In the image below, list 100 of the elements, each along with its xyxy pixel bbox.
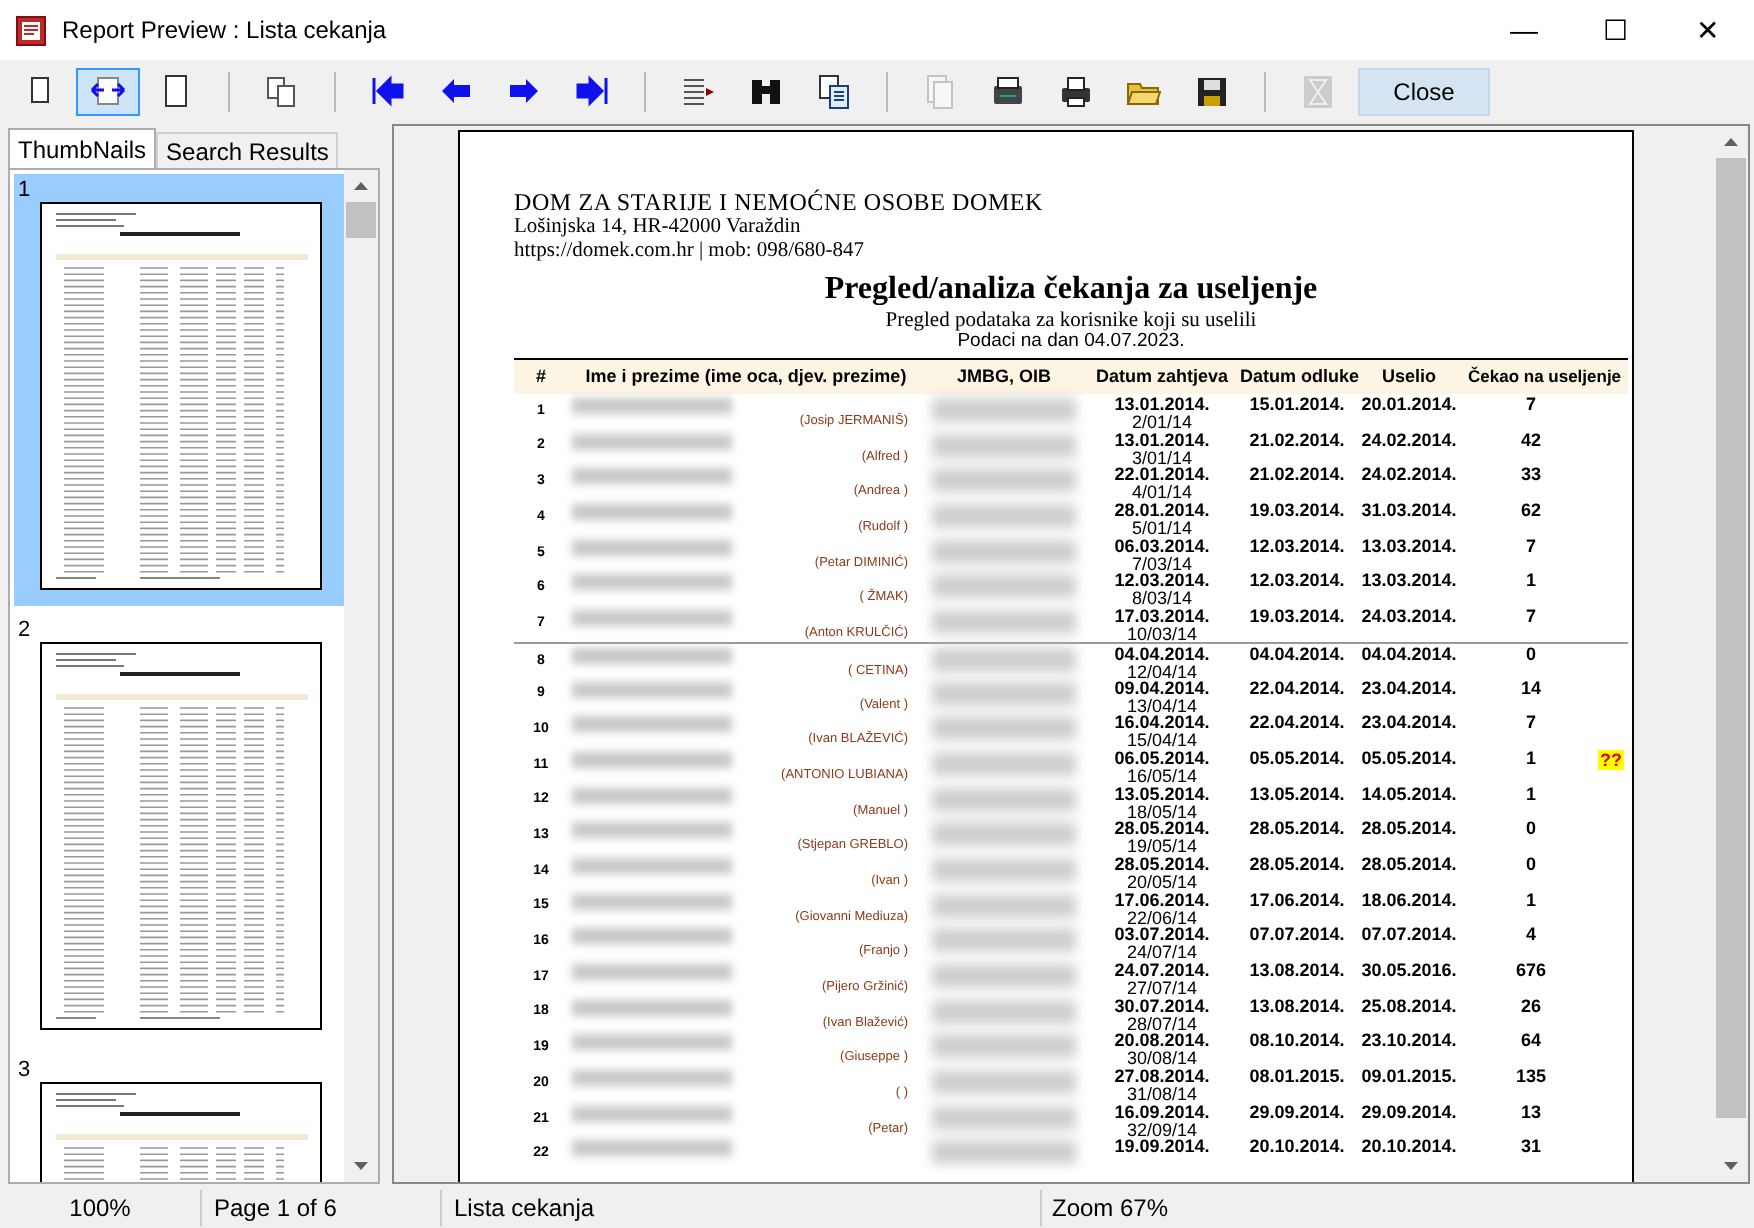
page-thumbnail[interactable] xyxy=(40,642,322,1030)
selected-thumbnail[interactable]: 1 xyxy=(14,174,344,606)
minimize-button[interactable]: — xyxy=(1478,0,1570,60)
scroll-thumb[interactable] xyxy=(1716,158,1746,1118)
days-waited: 1 xyxy=(1523,785,1538,808)
panel-tab[interactable]: Search Results xyxy=(156,132,339,168)
request-date: 13.05.2014. xyxy=(1114,785,1210,804)
first-page-arrow-icon xyxy=(370,74,406,110)
scroll-thumb[interactable] xyxy=(346,202,376,238)
request-number: 18/05/14 xyxy=(1126,803,1198,820)
request-number: 24/07/14 xyxy=(1126,944,1198,961)
days-waited: 31 xyxy=(1518,1138,1543,1161)
move-in-date: 24.02.2014. xyxy=(1359,466,1459,489)
report-subtitle: Pregled podataka za korisnike koji su uselili xyxy=(883,310,1259,332)
move-in-date: 07.07.2014. xyxy=(1359,926,1459,949)
days-waited: 4 xyxy=(1523,926,1538,949)
fit-width-button[interactable] xyxy=(76,68,140,116)
blurred-id xyxy=(932,1105,1076,1130)
request-number: 12/04/14 xyxy=(1126,663,1198,680)
request-number: 10/03/14 xyxy=(1126,626,1198,643)
organization-name: DOM ZA STARIJE I NEMOĆNE OSOBE DOMEK xyxy=(514,188,1046,216)
request-date: 16.09.2014. xyxy=(1114,1103,1210,1122)
decision-date: 08.01.2015. xyxy=(1247,1068,1347,1091)
request-number: 5/01/14 xyxy=(1131,520,1193,537)
request-number: 22/06/14 xyxy=(1126,909,1198,926)
move-in-date: 29.09.2014. xyxy=(1359,1103,1459,1126)
request-number: 31/08/14 xyxy=(1126,1086,1198,1103)
request-date: 19.09.2014. xyxy=(1114,1138,1210,1157)
blurred-id xyxy=(932,1034,1076,1059)
request-date: 30.07.2014. xyxy=(1114,997,1210,1016)
request-date: 12.03.2014. xyxy=(1114,572,1210,591)
blurred-id xyxy=(932,716,1076,741)
move-in-date: 09.01.2015. xyxy=(1359,1068,1459,1091)
close-button[interactable]: ✕ xyxy=(1662,0,1754,60)
column-header: Datum odluke xyxy=(1240,363,1354,390)
move-in-date: 20.10.2014. xyxy=(1359,1138,1459,1161)
request-date: 27.08.2014. xyxy=(1114,1068,1210,1087)
request-number: 28/07/14 xyxy=(1126,1015,1198,1032)
request-number: 16/05/14 xyxy=(1126,767,1198,784)
decision-date: 04.04.2014. xyxy=(1247,645,1347,668)
request-number: 13/04/14 xyxy=(1126,697,1198,713)
page-thumbnail[interactable] xyxy=(40,202,322,590)
thumbnail-item[interactable]: 2 xyxy=(14,614,344,1046)
move-in-date: 04.04.2014. xyxy=(1359,645,1459,668)
move-in-date: 23.04.2014. xyxy=(1359,679,1459,701)
pages-icon xyxy=(816,74,852,110)
blurred-id xyxy=(932,610,1076,635)
decision-date: 29.09.2014. xyxy=(1247,1103,1347,1126)
decision-date: 12.03.2014. xyxy=(1247,537,1347,560)
panel-tab[interactable]: ThumbNails xyxy=(8,128,157,168)
request-number: 20/05/14 xyxy=(1126,873,1198,890)
days-waited: 135 xyxy=(1513,1068,1549,1091)
last-page-arrow-icon xyxy=(574,74,610,110)
scroll-up-icon[interactable] xyxy=(1724,138,1738,146)
move-in-date: 31.03.2014. xyxy=(1359,502,1459,525)
days-waited: 26 xyxy=(1518,997,1543,1020)
blurred-id xyxy=(932,1140,1076,1165)
request-number: 7/03/14 xyxy=(1131,555,1193,572)
close-report-button[interactable]: Close xyxy=(1358,68,1490,116)
blurred-id xyxy=(932,893,1076,918)
scrollbar[interactable] xyxy=(1714,126,1748,1182)
move-in-date: 23.10.2014. xyxy=(1359,1032,1459,1055)
request-number: 19/05/14 xyxy=(1126,838,1198,855)
request-number: 27/07/14 xyxy=(1126,980,1198,996)
request-date: 20.08.2014. xyxy=(1114,1032,1210,1051)
hourglass-icon xyxy=(1300,74,1336,110)
request-number: 4/01/14 xyxy=(1131,484,1193,501)
decision-date: 20.10.2014. xyxy=(1247,1138,1347,1161)
blurred-id xyxy=(932,787,1076,812)
decision-date: 28.05.2014. xyxy=(1247,820,1347,843)
column-header: Datum zahtjeva xyxy=(1093,363,1231,390)
thumbnail-item[interactable]: 3 xyxy=(14,1054,344,1182)
decision-date: 19.03.2014. xyxy=(1247,502,1347,525)
move-in-date: 05.05.2014. xyxy=(1359,749,1459,772)
decision-date: 19.03.2014. xyxy=(1247,608,1347,631)
scroll-up-icon[interactable] xyxy=(354,182,368,190)
decision-date: 08.10.2014. xyxy=(1247,1032,1347,1055)
blurred-id xyxy=(932,964,1076,988)
printer-icon xyxy=(1058,74,1094,110)
column-header: Ime i prezime (ime oca, djev. prezime) xyxy=(583,363,909,390)
status-text: 100% xyxy=(67,1192,133,1226)
scroll-down-icon[interactable] xyxy=(354,1162,368,1170)
scrollbar[interactable] xyxy=(344,170,378,1182)
status-text: Page 1 of 6 xyxy=(200,1190,440,1226)
blurred-id xyxy=(932,398,1076,422)
scroll-down-icon[interactable] xyxy=(1724,1162,1738,1170)
days-waited: 7 xyxy=(1523,714,1538,737)
days-waited: 0 xyxy=(1523,820,1538,843)
request-date: 04.04.2014. xyxy=(1114,645,1210,664)
decision-date: 28.05.2014. xyxy=(1247,855,1347,878)
request-date: 17.03.2014. xyxy=(1114,608,1210,627)
request-number: 3/01/14 xyxy=(1131,449,1193,466)
request-number: 15/04/14 xyxy=(1126,732,1198,749)
column-header: Čekao na useljenje xyxy=(1466,364,1624,390)
page-number: 2 xyxy=(18,618,33,642)
column-header: JMBG, OIB xyxy=(954,363,1053,390)
request-number: 30/08/14 xyxy=(1126,1050,1198,1067)
decision-date: 13.08.2014. xyxy=(1247,997,1347,1020)
maximize-button[interactable]: ☐ xyxy=(1570,0,1662,60)
column-header: # xyxy=(533,363,548,390)
